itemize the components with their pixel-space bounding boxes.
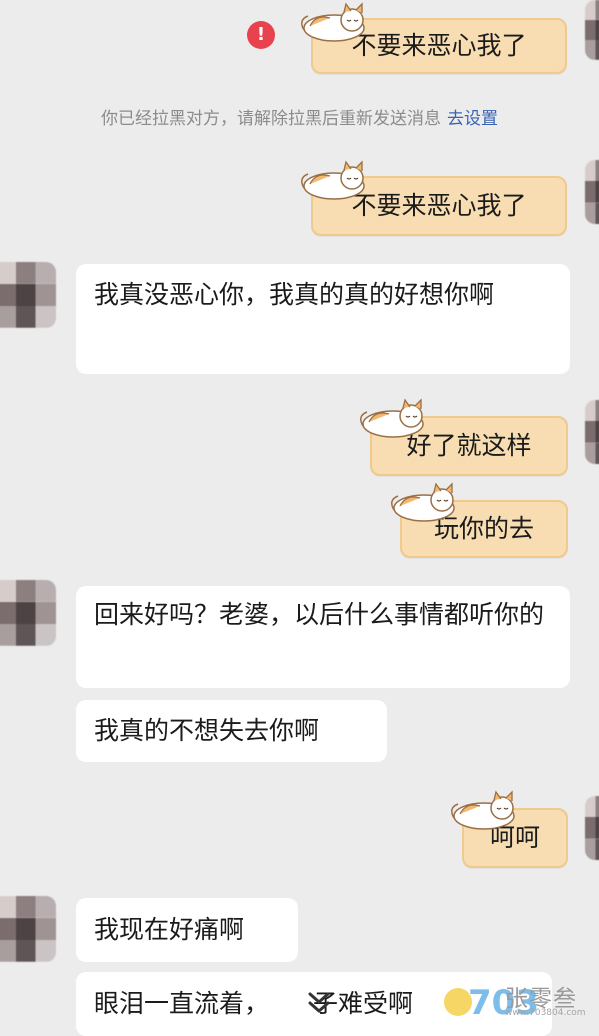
chat-window: ! 不要来恶心我了 你已经拉黑对方，请解除拉黑后重新发送消息 去设置 不要来恶心我… [0,0,599,1036]
send-failed-icon[interactable]: ! [247,21,275,49]
blocked-notice-text: 你已经拉黑对方，请解除拉黑后重新发送消息 [101,109,441,129]
cat-sticker-icon [301,2,365,42]
avatar-contact[interactable] [0,580,56,646]
avatar-contact[interactable] [0,896,56,962]
avatar-self[interactable] [585,160,599,224]
avatar-self[interactable] [585,0,599,60]
message-bubble-incoming[interactable]: 我现在好痛啊 [76,898,298,962]
blocked-notice: 你已经拉黑对方，请解除拉黑后重新发送消息 去设置 [0,104,599,129]
avatar-self[interactable] [585,796,599,860]
go-settings-link[interactable]: 去设置 [447,109,498,129]
message-bubble-incoming[interactable]: 我真的不想失去你啊 [76,700,387,762]
message-bubble-incoming[interactable]: 回来好吗？老婆，以后什么事情都听你的 [76,586,570,688]
avatar-self[interactable] [585,400,599,464]
message-bubble-incoming[interactable]: 我真没恶心你，我真的真的好想你啊 [76,264,570,374]
cat-sticker-icon [451,790,515,830]
cat-sticker-icon [391,482,455,522]
message-text: 眼泪一直流着， [94,989,270,1018]
cat-sticker-icon [360,398,424,438]
chevron-down-icon[interactable] [302,985,336,1019]
cat-sticker-icon [301,160,365,200]
avatar-contact[interactable] [0,262,56,328]
watermark-url: www.703804.com [505,1008,586,1018]
